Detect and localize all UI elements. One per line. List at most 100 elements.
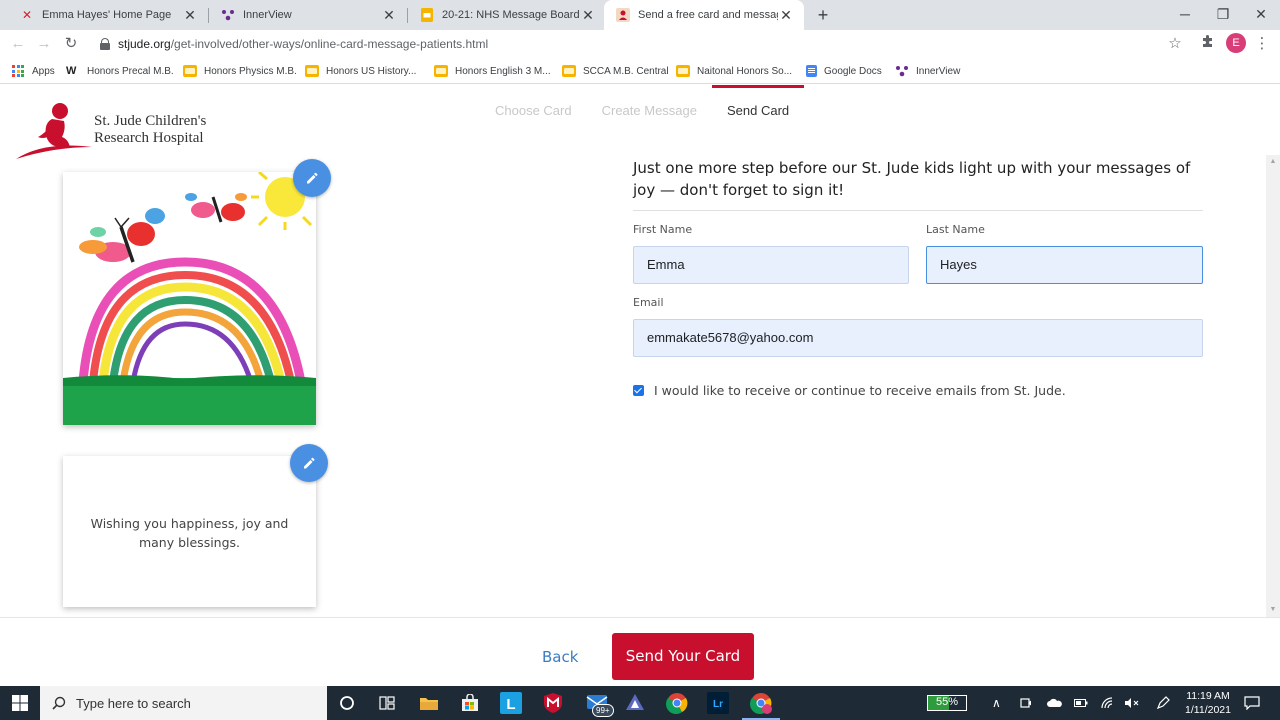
email-optin-label[interactable]: I would like to receive or continue to r… [654,383,1066,398]
browser-toolbar: ← → ↻ stjude.org/get-involved/other-ways… [0,30,1280,58]
bookmark-label: SCCA M.B. Central [583,65,669,77]
tab-innerview[interactable]: InnerView ✕ [209,0,407,30]
address-bar[interactable]: stjude.org/get-involved/other-ways/onlin… [88,32,1193,56]
bookmark-apps[interactable]: Apps [12,63,55,79]
extensions-puzzle-icon[interactable] [1198,34,1218,54]
taskbar-search-box[interactable]: Type here to search [40,686,327,720]
svg-text:L: L [506,696,515,713]
volume-muted-icon[interactable] [1124,686,1140,720]
store-icon[interactable] [457,690,483,716]
edit-card-front-button[interactable] [293,159,331,197]
clock-date: 1/11/2021 [1185,704,1231,716]
lightroom-icon[interactable]: Lr [705,690,731,716]
form-divider [633,210,1203,211]
url-host: stjude.org [118,37,171,51]
l-app-icon[interactable]: L [498,690,524,716]
bookmark-honors-precal[interactable]: W Honors Precal M.B. [66,63,174,79]
bookmark-scca[interactable]: SCCA M.B. Central [562,63,669,79]
edit-message-button[interactable] [290,444,328,482]
email-optin-checkbox[interactable] [633,385,644,396]
notifications-icon[interactable] [1244,686,1260,720]
close-window-button[interactable]: ✕ [1242,0,1280,30]
bookmark-google-docs[interactable]: Google Docs [806,63,882,79]
scroll-down-arrow-icon[interactable]: ▼ [1266,603,1280,617]
stjude-logo[interactable]: St. Jude Children's Research Hospital [14,101,214,161]
bookmark-label: Google Docs [824,65,882,77]
tab-send-card[interactable]: Send a free card and message to ✕ [604,0,804,30]
back-button[interactable]: Back [542,648,578,666]
profile-avatar[interactable]: E [1226,33,1246,53]
show-hidden-icons-chevron-icon[interactable]: ∧ [992,686,1001,720]
scroll-up-arrow-icon[interactable]: ▲ [1266,155,1280,169]
search-icon [52,696,66,710]
first-name-field[interactable]: Emma [633,246,909,284]
pen-workspace-icon[interactable] [1156,686,1170,720]
new-tab-button[interactable]: + [812,4,834,26]
reload-icon[interactable]: ↻ [61,34,81,54]
windows-start-button[interactable] [0,686,40,720]
taskbar-search-placeholder: Type here to search [76,695,191,711]
bookmark-honors-english[interactable]: Honors English 3 M... [434,63,551,79]
forward-arrow-icon[interactable]: → [34,34,54,54]
pencil-icon [307,172,318,184]
windows-logo-icon [12,695,28,711]
mail-badge: 99+ [592,704,614,717]
taskbar-clock[interactable]: 11:19 AM 1/11/2021 [1180,689,1236,717]
bookmark-label: Apps [32,65,55,77]
tab-home-page[interactable]: ✕ Emma Hayes' Home Page ✕ [8,0,208,30]
maximize-window-button[interactable]: ❐ [1204,0,1242,30]
pencil-icon [304,457,315,469]
url-path: /get-involved/other-ways/online-card-mes… [170,37,489,51]
close-tab-icon[interactable]: ✕ [381,7,397,24]
slides-icon [562,65,576,77]
file-explorer-icon[interactable] [416,690,442,716]
close-tab-icon[interactable]: ✕ [182,7,198,24]
lock-icon [100,38,110,50]
bookmark-honors-physics[interactable]: Honors Physics M.B. [183,63,297,79]
tab-nhs-message-board[interactable]: 20-21: NHS Message Board - Goo ✕ [408,0,606,30]
browser-tab-strip: ✕ Emma Hayes' Home Page ✕ InnerView ✕ 20… [0,0,1280,30]
logo-line-2: Research Hospital [94,130,204,146]
bookmark-star-icon[interactable]: ☆ [1165,34,1185,54]
logo-text: St. Jude Children's Research Hospital [94,113,206,147]
meet-now-icon[interactable] [1020,686,1032,720]
step-choose-card[interactable]: Choose Card [480,85,587,125]
step-send-card: Send Card [712,85,805,125]
wifi-icon[interactable] [1100,686,1114,720]
slides-icon [305,65,319,77]
email-field[interactable]: emmakate5678@yahoo.com [633,319,1203,357]
bookmark-label: Honors US History... [326,65,417,77]
bookmarks-bar: Apps W Honors Precal M.B. Honors Physics… [0,58,1280,84]
docs-icon [806,65,817,77]
bookmark-national-honors[interactable]: Naitonal Honors So... [676,63,792,79]
close-tab-icon[interactable]: ✕ [778,7,794,24]
bookmark-label: Honors Precal M.B. [87,65,174,77]
clock-time: 11:19 AM [1186,690,1230,702]
cortana-icon[interactable] [334,690,360,716]
bookmark-honors-us-history[interactable]: Honors US History... [305,63,416,79]
chrome-icon[interactable] [664,690,690,716]
chrome-profile-active-icon[interactable] [742,690,780,720]
email-label: Email [633,296,664,309]
step-create-message[interactable]: Create Message [587,85,712,125]
battery-indicator[interactable]: 55% [927,695,967,711]
mcafee-icon[interactable] [540,690,566,716]
menu-kebab-icon[interactable]: ⋮ [1252,34,1272,54]
close-tab-icon[interactable]: ✕ [580,7,596,24]
tab-title: Send a free card and message to [638,9,778,21]
back-arrow-icon[interactable]: ← [8,34,28,54]
task-view-icon[interactable] [374,690,400,716]
last-name-field[interactable]: Hayes [926,246,1203,284]
page-content: St. Jude Children's Research Hospital Ch… [0,85,1280,686]
page-scrollbar[interactable] [1266,155,1280,617]
battery-tray-icon[interactable] [1074,686,1088,720]
logo-line-1: St. Jude Children's [94,113,207,129]
onedrive-cloud-icon[interactable] [1046,686,1062,720]
bookmark-innerview[interactable]: InnerView [895,63,960,79]
tab-title: InnerView [243,9,292,21]
mail-icon[interactable]: 99+ [586,690,614,717]
minimize-window-button[interactable]: ─ [1166,0,1204,30]
inkscape-icon[interactable] [622,690,648,716]
send-your-card-button[interactable]: Send Your Card [612,633,754,680]
last-name-label: Last Name [926,223,985,236]
